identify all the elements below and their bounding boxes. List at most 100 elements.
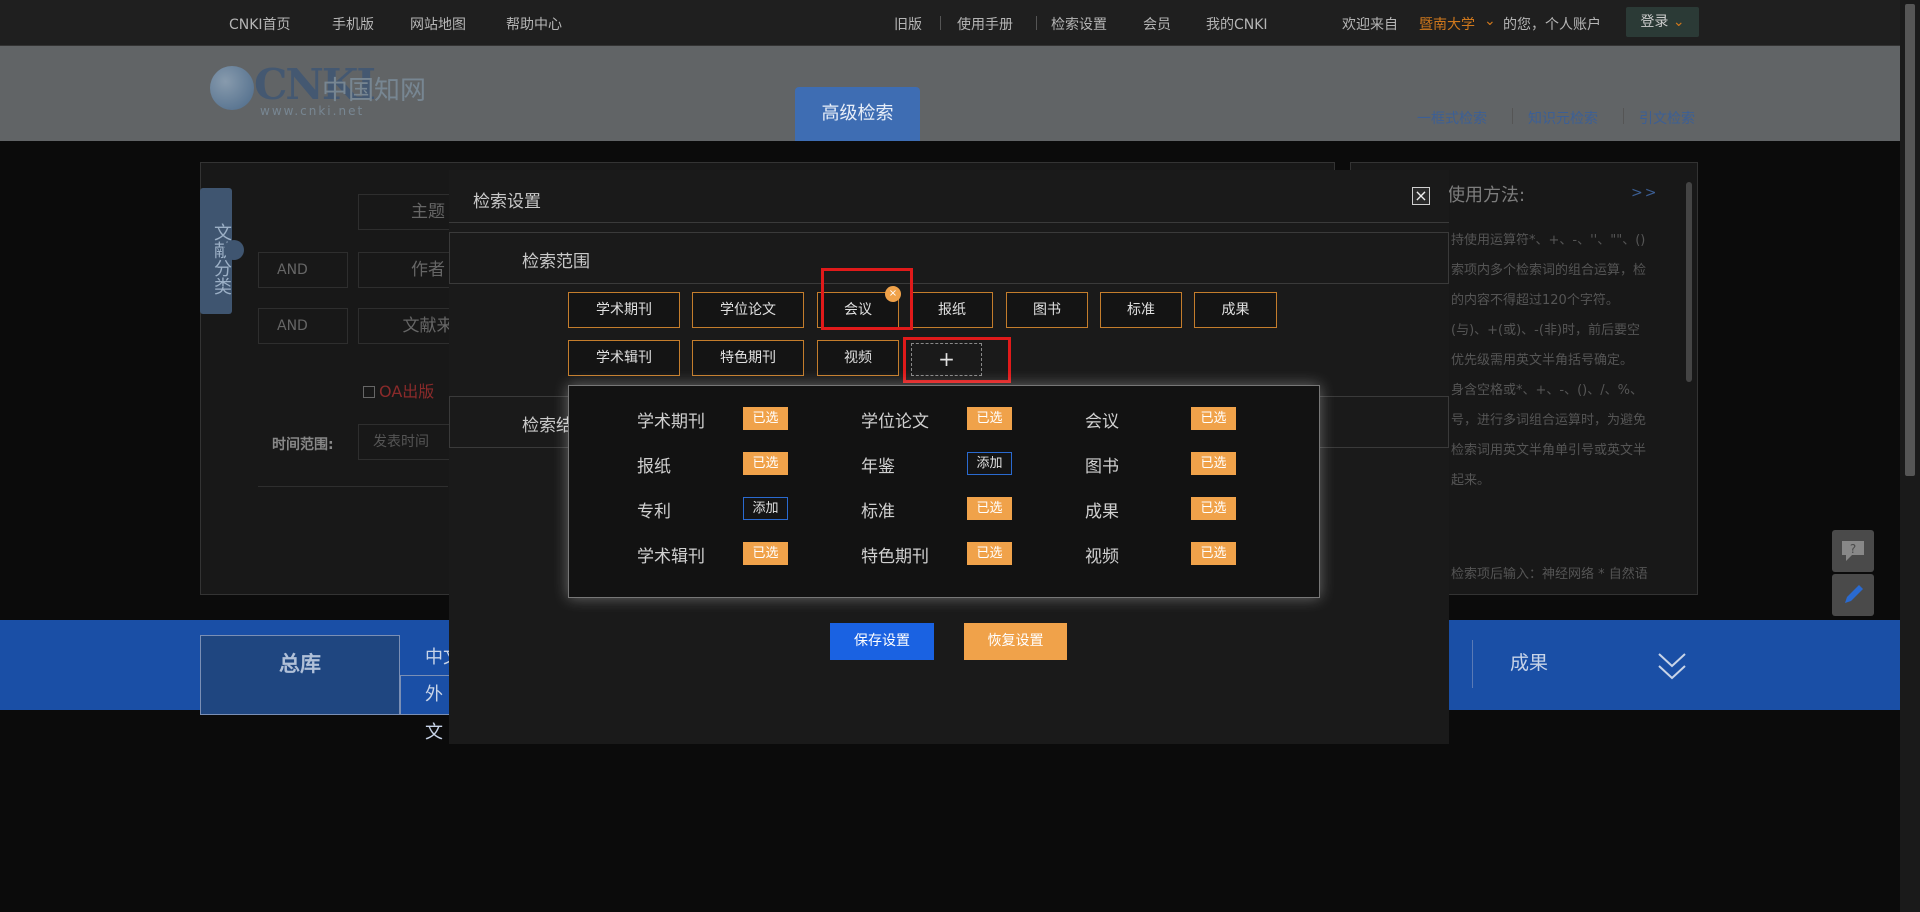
section-label: 检索范围 [522,252,590,272]
dropdown-item-label: 学术期刊 [637,412,705,432]
link-single-box-search[interactable]: 一框式检索 [1417,108,1487,128]
selected-tag[interactable]: 已选 [967,497,1012,520]
dropdown-item-label: 学术辑刊 [637,547,705,567]
dropdown-item-label: 视频 [1085,547,1119,567]
help-line: 优先级需用英文半角括号确定。 [1451,353,1634,368]
dropdown-item-label: 图书 [1085,457,1119,477]
selected-tag[interactable]: 已选 [967,542,1012,565]
chip-academic-journal[interactable]: 学术期刊 [568,292,680,328]
save-settings-button[interactable]: 保存设置 [830,623,934,660]
login-button[interactable]: 登录 ⌄ [1626,7,1699,37]
help-line: 起来。 [1451,473,1491,488]
logo-url: www.cnki.net [260,104,365,118]
login-label: 登录 [1640,14,1669,30]
help-line: 持使用运算符*、+、-、''、""、() [1451,233,1646,248]
selected-tag[interactable]: 已选 [743,452,788,475]
topbar-link-cnki-home[interactable]: CNKI首页 [229,14,291,34]
scrollbar-thumb[interactable] [1905,4,1915,476]
chip-newspaper[interactable]: 报纸 [911,292,993,328]
oa-checkbox[interactable]: OA出版 [363,378,434,402]
dropdown-item-label: 专利 [637,502,671,522]
help-more-link[interactable]: >> [1631,185,1658,201]
logic-select-2[interactable]: AND [258,308,348,344]
chevron-down-icon: ⌄ [1672,14,1685,30]
search-scope-section: 检索范围 [449,232,1449,284]
dialog-divider [449,222,1449,223]
top-nav-bar: CNKI首页 手机版 网站地图 帮助中心 旧版 使用手册 检索设置 会员 我的C… [0,0,1900,46]
add-tag[interactable]: 添加 [743,497,788,520]
page-scrollbar[interactable] [1900,0,1920,912]
help-line: (与)、+(或)、-(非)时，前后要空 [1451,323,1641,338]
selected-tag[interactable]: 已选 [1191,542,1236,565]
band-separator [1472,640,1473,688]
header-separator [1512,108,1513,124]
close-icon[interactable]: × [1412,187,1430,205]
cnki-logo[interactable]: CNKI 中国知网 www.cnki.net [210,60,430,120]
chip-academic-collection[interactable]: 学术辑刊 [568,340,680,376]
dialog-title: 检索设置 [473,192,541,212]
globe-icon [210,66,254,110]
topbar-link-old-version[interactable]: 旧版 [894,14,922,34]
total-label: 总库 [279,652,321,676]
dropdown-item-label: 年鉴 [861,457,895,477]
divider [258,486,448,487]
dropdown-item-label: 标准 [861,502,895,522]
logo-cn: 中国知网 [322,76,427,106]
reset-settings-button[interactable]: 恢复设置 [964,623,1067,660]
help-chat-button[interactable]: ? [1832,530,1874,572]
expand-icon[interactable] [224,240,244,260]
chip-standard[interactable]: 标准 [1100,292,1182,328]
selected-tag[interactable]: 已选 [743,542,788,565]
tab-achievement[interactable]: 成果 [1510,648,1548,675]
add-tag[interactable]: 添加 [967,452,1012,475]
selected-tag[interactable]: 已选 [1191,407,1236,430]
topbar-separator [1036,16,1037,30]
chip-dissertation[interactable]: 学位论文 [692,292,804,328]
greeting-text: 的您，个人账户 [1503,17,1601,33]
link-citation-search[interactable]: 引文检索 [1639,108,1695,128]
help-line: 的内容不得超过120个字符。 [1451,293,1619,308]
chip-achievement[interactable]: 成果 [1194,292,1277,328]
topbar-link-mobile[interactable]: 手机版 [332,14,374,34]
selected-tag[interactable]: 已选 [743,407,788,430]
selected-tag[interactable]: 已选 [967,407,1012,430]
feedback-button[interactable] [1832,574,1874,616]
chip-book[interactable]: 图书 [1006,292,1088,328]
tab-total-library[interactable]: 总库 [200,635,400,715]
dropdown-item-label: 学位论文 [861,412,929,432]
chip-featured-journal[interactable]: 特色期刊 [692,340,804,376]
section-label: 检索结 [522,416,573,436]
selected-tag[interactable]: 已选 [1191,452,1236,475]
svg-text:?: ? [1850,542,1856,556]
help-line: 检索词用英文半角单引号或英文半 [1451,443,1647,458]
help-title: 使用方法: [1447,185,1526,206]
help-scrollbar[interactable] [1686,182,1692,382]
help-line: 索项内多个检索词的组合运算，检 [1451,263,1647,278]
topbar-link-sitemap[interactable]: 网站地图 [410,14,466,34]
help-line: 身含空格或*、+、-、()、/、%、 [1451,383,1643,398]
topbar-link-member[interactable]: 会员 [1143,14,1171,34]
header-separator [1623,108,1624,124]
tab-advanced-search[interactable]: 高级检索 [795,87,920,141]
university-name[interactable]: 暨南大学 [1419,14,1475,34]
link-knowledge-search[interactable]: 知识元检索 [1528,108,1598,128]
welcome-text: 欢迎来自 [1342,17,1398,33]
checkbox-icon [363,386,375,398]
chevron-down-icon[interactable]: ⌄ [1484,13,1496,29]
topbar-link-search-settings[interactable]: 检索设置 [1051,14,1107,34]
dropdown-item-label: 会议 [1085,412,1119,432]
question-bubble-icon: ? [1842,541,1864,561]
topbar-link-my-cnki[interactable]: 我的CNKI [1206,14,1268,34]
topbar-link-manual[interactable]: 使用手册 [957,14,1013,34]
selected-tag[interactable]: 已选 [1191,497,1236,520]
time-range-label: 时间范围: [272,437,334,453]
double-chevron-down-icon[interactable] [1655,648,1689,684]
highlight-box [903,337,1011,383]
publish-time-input[interactable]: 发表时间 [358,424,458,460]
dropdown-item-label: 特色期刊 [861,547,929,567]
help-line: 号，进行多词组合运算时，为避免 [1451,413,1647,428]
logic-select-1[interactable]: AND [258,252,348,288]
tab-foreign[interactable]: 外文 [400,675,455,743]
chip-video[interactable]: 视频 [817,340,899,376]
topbar-link-help[interactable]: 帮助中心 [506,14,562,34]
